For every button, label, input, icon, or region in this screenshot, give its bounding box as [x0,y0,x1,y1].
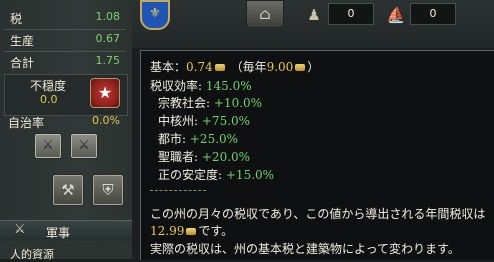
efficiency-line: 税収効率: 145.0% [150,77,252,94]
yearly-prefix: （毎年 [230,60,267,74]
unrest-label: 不穏度 [30,79,67,93]
tooltip-base-line: 基本：0.74 （毎年9.00 ） [150,58,319,75]
autonomy-label: 自治率 [8,116,45,130]
increase-autonomy-button[interactable]: ⚔ [70,133,98,159]
description-text-1: この州の月々の税収であり、この値から導出される年間税収は [150,207,486,221]
tax-value: 1.08 [95,10,121,23]
description-text-3: 実際の税収は、州の基本税と建築物によって変わります。 [150,242,460,256]
modifier-label: 宗教社会: [158,96,211,110]
yearly-suffix: ） [307,60,320,74]
modifier-row: 正の安定度: +15.0% [158,166,274,183]
description-line-3: 実際の税収は、州の基本税と建築物によって変わります。 [150,240,460,257]
autonomy-value: 0.0% [92,114,120,127]
description-line-2: 12.99 です。 [150,222,233,239]
efficiency-value: 145.0% [205,79,252,93]
base-value: 0.74 [186,60,213,74]
decrease-autonomy-button[interactable]: ⚔ [34,133,62,159]
modifier-row: 中核州: +75.0% [158,112,250,129]
ships-count: 0 [410,3,456,25]
total-label: 合計 [10,56,35,70]
modifier-value: +10.0% [213,96,263,110]
ducat-icon [295,64,306,71]
divider [4,51,126,52]
base-prefix: 基本： [150,60,187,74]
modifier-value: +15.0% [225,168,275,182]
modifier-value: +20.0% [201,150,251,164]
merchants-count: 0 [328,3,374,25]
modifier-row: 聖職者: +20.0% [158,148,250,165]
modifier-label: 聖職者: [158,150,199,164]
production-row: 生産 0.67 [4,32,126,48]
modifier-label: 正の安定度: [158,168,223,182]
build-button[interactable]: ⚒ [52,174,84,206]
province-building-button[interactable]: ⌂ [246,0,284,28]
manpower-label: 人的資源 [10,248,54,261]
tax-row: 税 1.08 [4,10,126,26]
military-tab-label: 軍事 [46,226,71,240]
tooltip-divider [150,190,206,191]
efficiency-label: 税収効率: [150,79,203,93]
modifier-value: +75.0% [201,114,251,128]
production-label: 生産 [10,34,35,48]
yearly-value: 9.00 [266,60,294,74]
description-value: 12.99 [150,224,185,238]
ducat-icon [214,64,225,71]
country-crest-icon[interactable]: ⚜ [140,0,170,30]
ducat-icon [186,228,197,235]
description-suffix: です。 [198,224,234,238]
unrest-star-icon[interactable]: ★ [90,78,120,108]
total-row: 合計 1.75 [4,54,126,70]
merchants-icon: ♟ [307,6,321,24]
defense-button[interactable]: ⛨ [92,174,124,206]
ship-icon: ⛵ [386,6,406,24]
modifier-row: 都市: +25.0% [158,130,238,147]
production-value: 0.67 [95,32,121,45]
modifier-label: 中核州: [158,114,199,128]
modifier-row: 宗教社会: +10.0% [158,94,262,111]
divider [4,29,126,30]
total-value: 1.75 [95,54,121,67]
tax-label: 税 [10,12,23,26]
unrest-value: 0.0 [40,93,58,106]
crossed-swords-icon: ⚔ [14,222,26,237]
modifier-label: 都市: [158,132,187,146]
modifier-value: +25.0% [189,132,239,146]
description-line-1: この州の月々の税収であり、この値から導出される年間税収は [150,205,485,222]
